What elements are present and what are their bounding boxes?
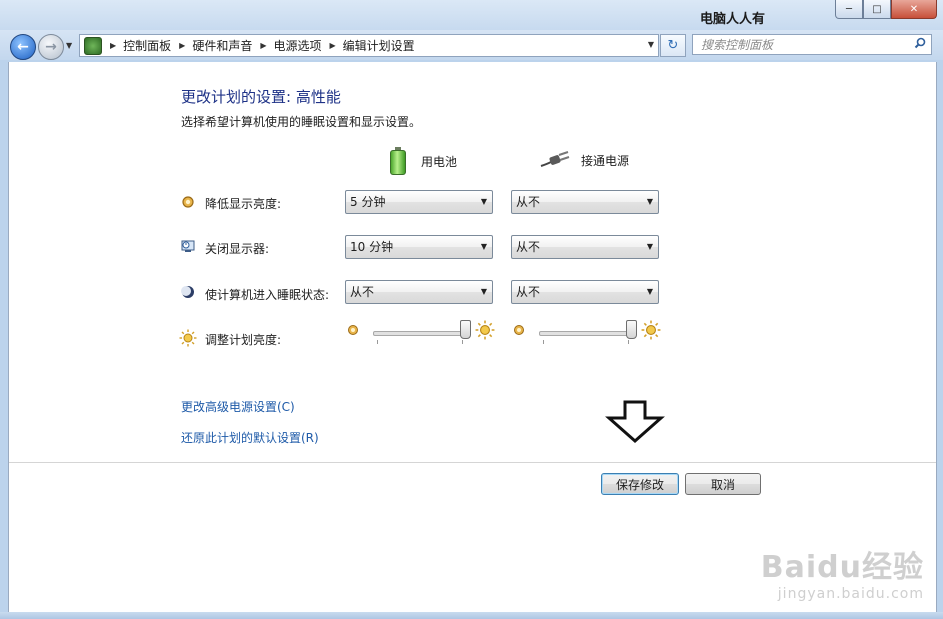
column-label-plugged: 接通电源 [581, 153, 630, 168]
chevron-down-icon: ▼ [646, 287, 653, 296]
column-header-plugged: 接通电源 [539, 150, 629, 170]
setting-label-turn-off-display: 关闭显示器: [205, 242, 270, 256]
turn-off-display-battery-value: 10 分钟 [350, 240, 394, 254]
chevron-down-icon: ▼ [646, 242, 653, 251]
breadcrumb-hardware-sound[interactable]: 硬件和声音 [192, 37, 252, 54]
dim-brightness-icon [182, 196, 194, 208]
setting-label-dim-display: 降低显示亮度: [205, 197, 282, 211]
breadcrumb-control-panel[interactable]: 控制面板 [123, 37, 171, 54]
slider-thumb[interactable] [459, 320, 471, 339]
turn-off-display-plugged-select[interactable]: 从不 ▼ [511, 235, 659, 259]
chevron-right-icon[interactable]: ▶ [110, 41, 116, 50]
sleep-plugged-select[interactable]: 从不 ▼ [511, 280, 659, 304]
address-bar[interactable]: ▶ 控制面板 ▶ 硬件和声音 ▶ 电源选项 ▶ 编辑计划设置 ▼ [79, 34, 659, 57]
slider-track [373, 331, 467, 336]
back-arrow-icon[interactable]: ← [10, 34, 36, 60]
slider-tick [462, 340, 463, 344]
site-watermark: 电脑人人有 [700, 12, 766, 27]
sun-icon [475, 320, 495, 340]
chevron-down-icon: ▼ [480, 197, 487, 206]
dim-brightness-icon [514, 325, 524, 335]
monitor-clock-icon [181, 240, 195, 252]
baidu-logo: Baidu经验 [760, 550, 924, 585]
page-title: 更改计划的设置: 高性能 [181, 88, 341, 106]
window-titlebar: 电脑人人有 ─ □ ✕ [0, 0, 943, 30]
sun-icon [179, 329, 197, 347]
breadcrumb-power-options[interactable]: 电源选项 [274, 37, 322, 54]
slider-tick [543, 340, 544, 344]
chevron-right-icon[interactable]: ▶ [179, 41, 185, 50]
minimize-button[interactable]: ─ [835, 0, 863, 19]
column-header-battery: 用电池 [389, 147, 457, 175]
slider-tick [628, 340, 629, 344]
sleep-plugged-value: 从不 [516, 285, 541, 299]
divider [9, 462, 936, 463]
baidu-watermark: Baidu经验 jingyan.baidu.com [761, 542, 924, 602]
advanced-power-settings-link[interactable]: 更改高级电源设置(C) [181, 398, 295, 415]
content-pane: 更改计划的设置: 高性能 选择希望计算机使用的睡眠设置和显示设置。 用电池 接通… [8, 62, 937, 612]
save-changes-button[interactable]: 保存修改 [601, 473, 679, 495]
refresh-icon[interactable]: ↻ [660, 34, 686, 57]
chevron-down-icon: ▼ [480, 287, 487, 296]
dim-display-plugged-select[interactable]: 从不 ▼ [511, 190, 659, 214]
sleep-battery-select[interactable]: 从不 ▼ [345, 280, 493, 304]
sleep-battery-value: 从不 [350, 285, 375, 299]
window-bottom-edge [0, 612, 943, 619]
setting-label-sleep: 使计算机进入睡眠状态: [205, 288, 330, 302]
forward-arrow-icon[interactable]: → [38, 34, 64, 60]
slider-track [539, 331, 633, 336]
chevron-down-icon: ▼ [646, 197, 653, 206]
brightness-plugged-slider[interactable] [513, 320, 661, 350]
chevron-down-icon: ▼ [480, 242, 487, 251]
page-subtitle: 选择希望计算机使用的睡眠设置和显示设置。 [181, 115, 422, 129]
search-input[interactable] [693, 35, 901, 54]
brightness-battery-slider[interactable] [347, 320, 495, 350]
battery-icon [389, 147, 407, 175]
turn-off-display-battery-select[interactable]: 10 分钟 ▼ [345, 235, 493, 259]
baidu-url: jingyan.baidu.com [777, 586, 924, 602]
turn-off-display-plugged-value: 从不 [516, 240, 541, 254]
slider-tick [377, 340, 378, 344]
slider-thumb[interactable] [625, 320, 637, 339]
close-button[interactable]: ✕ [891, 0, 937, 19]
chevron-right-icon[interactable]: ▶ [260, 41, 266, 50]
restore-defaults-link[interactable]: 还原此计划的默认设置(R) [181, 429, 319, 446]
moon-sleep-icon [181, 286, 194, 298]
column-label-battery: 用电池 [421, 154, 458, 169]
cancel-button[interactable]: 取消 [685, 473, 761, 495]
dim-display-battery-value: 5 分钟 [350, 195, 386, 209]
plug-icon [540, 151, 570, 167]
dim-display-battery-select[interactable]: 5 分钟 ▼ [345, 190, 493, 214]
breadcrumb-edit-plan[interactable]: 编辑计划设置 [343, 37, 415, 54]
search-box[interactable] [692, 34, 932, 55]
sun-icon [641, 320, 661, 340]
control-panel-icon [84, 36, 102, 55]
chevron-right-icon[interactable]: ▶ [330, 41, 336, 50]
setting-label-brightness: 调整计划亮度: [205, 333, 282, 347]
maximize-button[interactable]: □ [863, 0, 891, 19]
window-controls: ─ □ ✕ [835, 0, 937, 19]
search-icon[interactable] [914, 37, 926, 49]
address-dropdown-icon[interactable]: ▼ [648, 40, 654, 49]
dim-display-plugged-value: 从不 [516, 195, 541, 209]
down-arrow-icon [605, 400, 665, 444]
history-dropdown-icon[interactable]: ▼ [66, 41, 72, 50]
dim-brightness-icon [348, 325, 358, 335]
